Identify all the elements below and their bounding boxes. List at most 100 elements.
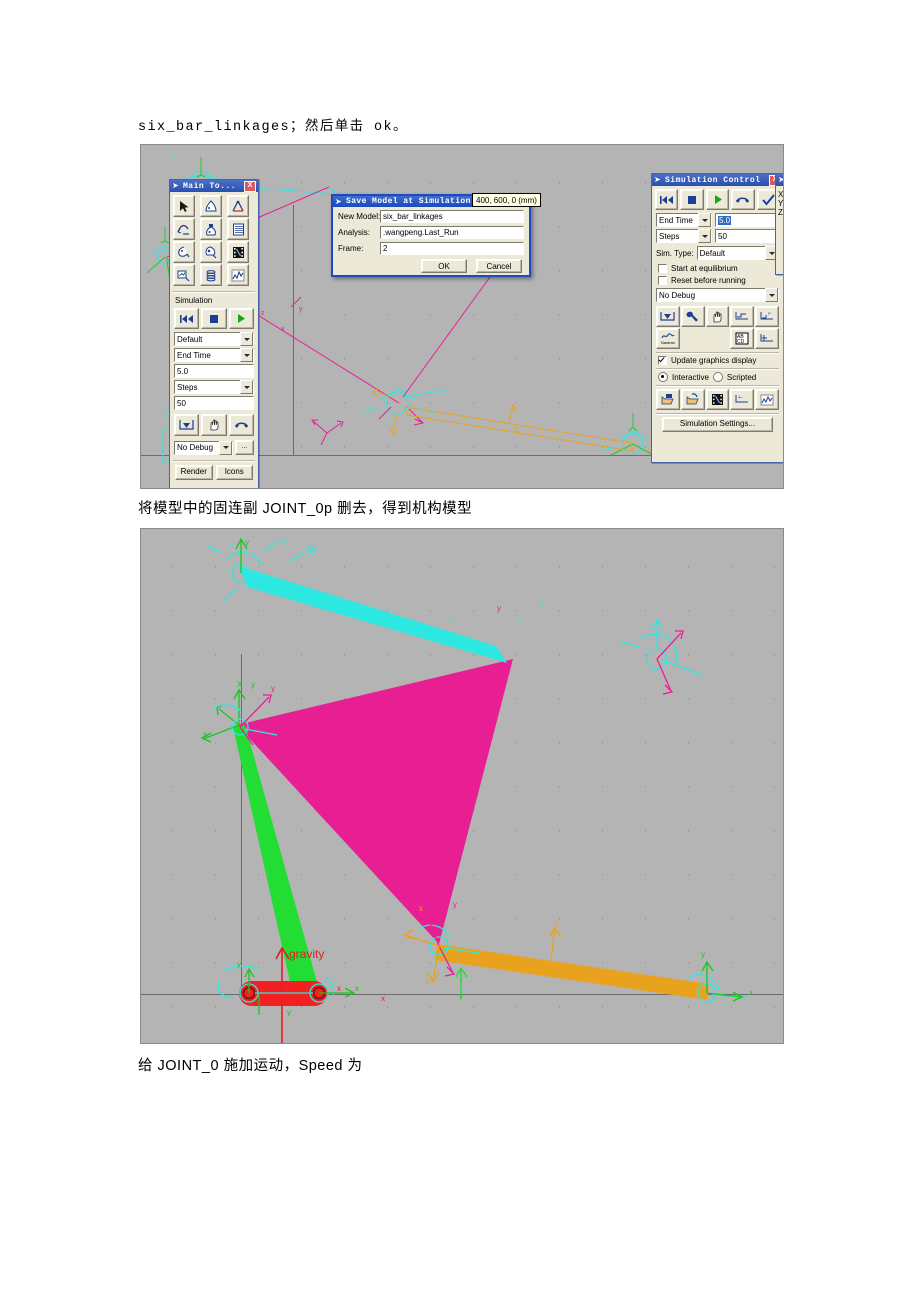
doc-line-3: 给 JOINT_0 施加运动，Speed 为 <box>138 1058 363 1074</box>
icons-button[interactable]: Icons <box>215 465 253 480</box>
sim-control-titlebar[interactable]: ➤ Simulation Control X <box>652 174 783 186</box>
plot-chart-icon[interactable] <box>227 264 249 286</box>
save-db-icon[interactable] <box>656 389 680 410</box>
analysis-input[interactable]: .wangpeng.Last_Run <box>380 226 524 239</box>
doc-line-2: 将模型中的固连副 JOINT_0p 删去，得到机构模型 <box>138 501 473 517</box>
svg-text:x: x <box>281 326 285 333</box>
sim-step-value-input[interactable]: 50 <box>715 229 779 243</box>
reset-before-running-row[interactable]: Reset before running <box>652 275 783 287</box>
sim-profile-select[interactable]: Default <box>174 332 254 346</box>
axis-plot-icon[interactable] <box>755 328 779 349</box>
wrench-icon[interactable] <box>680 306 705 327</box>
coordinate-readout-panel[interactable]: ➤ X: Y: Z: <box>775 173 783 275</box>
tool-grid[interactable] <box>170 192 258 289</box>
plot-chart-icon[interactable] <box>755 389 779 410</box>
forces-icon[interactable] <box>200 218 222 240</box>
reset-icon[interactable] <box>731 189 755 210</box>
sim-debug-select[interactable]: No Debug <box>656 288 779 302</box>
sim-debug-value: No Debug <box>659 290 696 300</box>
update-graphics-row[interactable]: Update graphics display <box>652 356 783 365</box>
motion-drivers-icon[interactable] <box>173 241 195 263</box>
reset-before-running-checkbox[interactable] <box>658 276 667 285</box>
start-equilibrium-checkbox[interactable] <box>658 264 667 273</box>
chevron-down-icon[interactable] <box>698 213 711 227</box>
new-model-row: New Model: six_bar_linkages <box>338 210 524 223</box>
zoom-box-icon[interactable] <box>174 414 200 436</box>
rewind-icon[interactable] <box>174 308 200 329</box>
sim-tools-row-1[interactable]: P <box>652 303 783 327</box>
transport-controls[interactable] <box>170 306 258 331</box>
svg-text:x: x <box>337 984 341 993</box>
debug-more-button[interactable]: ... <box>235 440 254 455</box>
svg-text:x: x <box>381 994 385 1003</box>
simulation-control-panel[interactable]: ➤ Simulation Control X End Time 5.0 <box>651 173 783 463</box>
sim-step-mode-select[interactable]: Steps <box>656 229 712 243</box>
update-graphics-checkbox[interactable] <box>658 356 667 365</box>
close-icon[interactable]: X <box>244 180 256 192</box>
sim-type-select[interactable]: Default <box>696 246 779 260</box>
svg-text:y: y <box>245 538 249 547</box>
play-icon[interactable] <box>705 189 730 210</box>
nastran-icon[interactable]: Nastran <box>656 328 680 349</box>
chevron-down-icon[interactable] <box>219 440 232 455</box>
animation-film-icon[interactable] <box>227 241 249 263</box>
new-model-input[interactable]: six_bar_linkages <box>380 210 524 223</box>
rewind-icon[interactable] <box>655 189 679 210</box>
stop-icon[interactable] <box>201 308 227 329</box>
stop-icon[interactable] <box>680 189 704 210</box>
sim-transport-controls[interactable] <box>652 186 783 212</box>
duration-mode-select[interactable]: End Time <box>174 348 254 362</box>
pan-hand-icon[interactable] <box>705 306 730 327</box>
contact-icon[interactable] <box>200 241 222 263</box>
rotate-icon[interactable] <box>228 414 254 436</box>
view-controls[interactable] <box>170 411 258 439</box>
new-model-label: New Model: <box>338 212 381 221</box>
start-equilibrium-row[interactable]: Start at equilibrium <box>652 262 783 275</box>
spring-damper-icon[interactable] <box>200 264 222 286</box>
abcd-icon[interactable]: AB CD <box>730 328 755 349</box>
pressure-plot-icon[interactable]: P <box>755 306 779 327</box>
sim-duration-value-input[interactable]: 5.0 <box>715 213 779 227</box>
chevron-down-icon[interactable] <box>765 288 778 302</box>
render-button[interactable]: Render <box>175 465 213 480</box>
step-value-input[interactable]: 50 <box>174 396 254 410</box>
animation-film-icon[interactable] <box>705 389 730 410</box>
scripted-radio[interactable] <box>712 372 723 382</box>
simulation-settings-button[interactable]: Simulation Settings... <box>662 417 773 432</box>
screenshot-adams-save-model: z y x y y Y gravity ➤ Main To... X <box>140 144 784 489</box>
sim-duration-mode-select[interactable]: End Time <box>656 213 712 227</box>
flexible-body-icon[interactable] <box>173 218 195 240</box>
sim-bottom-tools[interactable]: +- <box>652 389 783 410</box>
frame-input[interactable]: 2 <box>380 242 524 255</box>
mode-radio-group[interactable]: Interactive Scripted <box>652 372 783 382</box>
step-mode-select[interactable]: Steps <box>174 380 254 394</box>
coordinate-panel-titlebar[interactable]: ➤ <box>776 174 783 186</box>
play-icon[interactable] <box>228 308 254 329</box>
rigid-body-icon[interactable] <box>200 195 222 217</box>
duration-value-input[interactable]: 5.0 <box>174 364 254 378</box>
debug-mode-select[interactable]: No Debug <box>174 440 233 455</box>
main-toolbox-titlebar[interactable]: ➤ Main To... X <box>170 180 258 192</box>
pan-hand-icon[interactable] <box>201 414 227 436</box>
measure-icon[interactable]: +- <box>730 389 755 410</box>
frame-row: Frame: 2 <box>338 242 524 255</box>
step-plot-icon[interactable] <box>730 306 755 327</box>
design-exploration-icon[interactable] <box>227 218 249 240</box>
duration-mode-value: End Time <box>177 350 211 360</box>
measure-icon[interactable] <box>173 264 195 286</box>
ok-button[interactable]: OK <box>421 259 467 273</box>
chevron-down-icon[interactable] <box>240 348 253 362</box>
joints-icon[interactable] <box>227 195 249 217</box>
analysis-label: Analysis: <box>338 228 371 237</box>
main-toolbox-panel[interactable]: ➤ Main To... X Simulation Default End Ti… <box>169 179 259 488</box>
load-db-icon[interactable] <box>680 389 705 410</box>
interactive-radio[interactable] <box>658 372 668 382</box>
svg-text:y: y <box>701 950 705 959</box>
select-arrow-icon[interactable] <box>173 195 195 217</box>
chevron-down-icon[interactable] <box>240 332 253 346</box>
chevron-down-icon[interactable] <box>240 380 253 394</box>
cancel-button[interactable]: Cancel <box>476 259 522 273</box>
sim-tools-row-2[interactable]: Nastran AB CD <box>652 327 783 349</box>
zoom-box-icon[interactable] <box>656 306 680 327</box>
chevron-down-icon[interactable] <box>698 229 711 243</box>
